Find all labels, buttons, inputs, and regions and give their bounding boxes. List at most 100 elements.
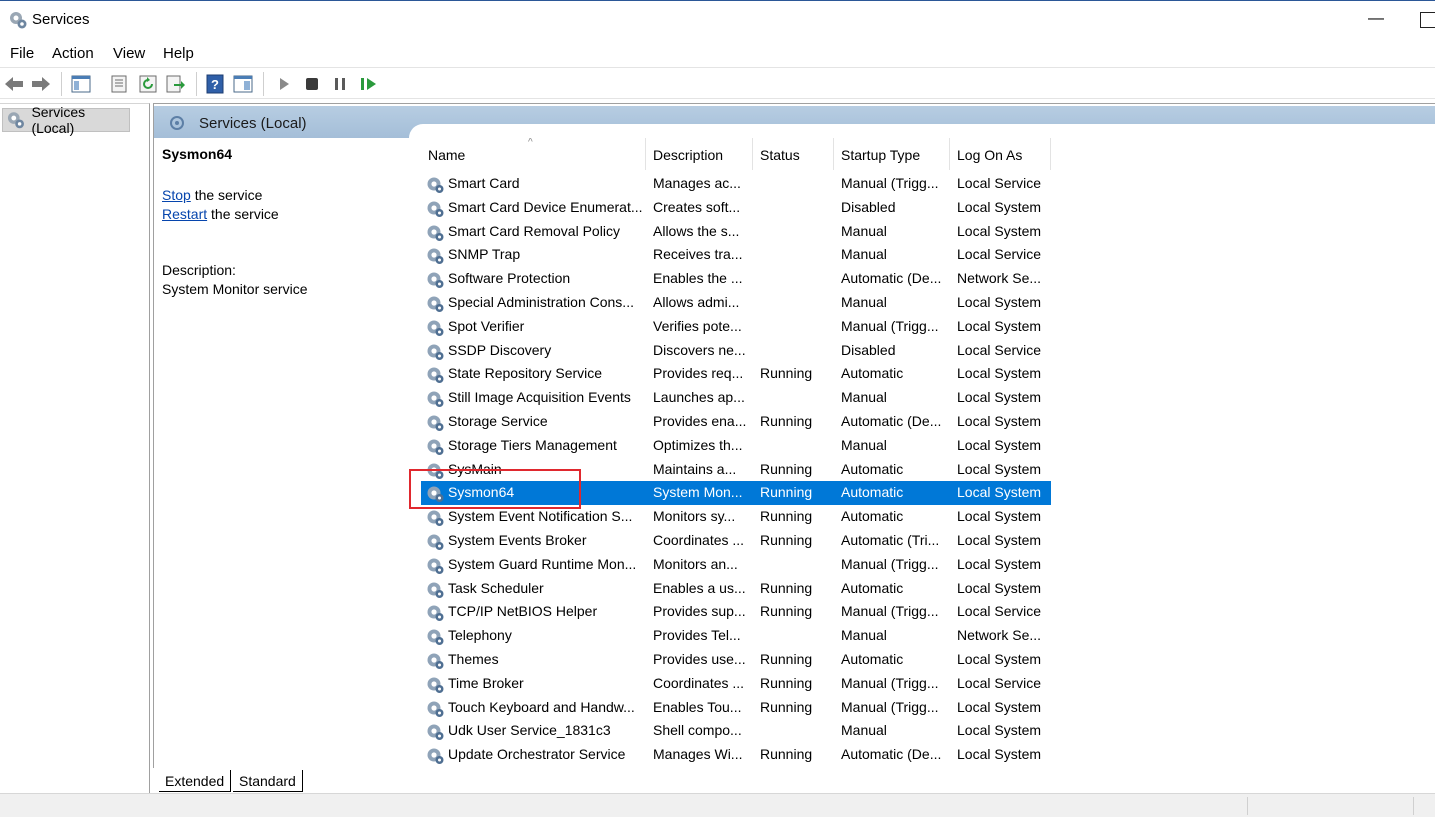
service-startup: Automatic xyxy=(841,460,904,477)
service-status: Running xyxy=(760,651,813,667)
service-gear-icon xyxy=(427,724,444,741)
help-icon[interactable]: ? xyxy=(204,73,226,95)
tree-item-services-local[interactable]: Services (Local) xyxy=(2,104,130,136)
service-row[interactable]: Still Image Acquisition Events Launches a… xyxy=(421,386,1051,410)
service-row[interactable]: Telephony Provides Tel... Manual Network Se… xyxy=(421,624,1051,648)
service-status xyxy=(760,434,838,458)
service-description: Creates soft... xyxy=(653,198,741,215)
menu-bar: File Action View Help xyxy=(0,40,1435,67)
menu-file[interactable]: File xyxy=(10,45,34,62)
show-console-icon[interactable] xyxy=(232,73,254,95)
menu-action[interactable]: Action xyxy=(52,45,94,62)
column-header-description[interactable]: Description xyxy=(646,138,753,170)
service-description: Provides req... xyxy=(653,365,744,382)
services-gear-icon xyxy=(7,112,24,129)
service-row[interactable]: TCP/IP NetBIOS Helper Provides sup... Runn… xyxy=(421,600,1051,624)
restart-action: Restart the service xyxy=(162,206,279,222)
service-description: Enables Tou... xyxy=(653,698,742,715)
service-row[interactable]: Smart Card Manages ac... Manual (Trigg... L… xyxy=(421,172,1051,196)
show-hide-tree-icon[interactable] xyxy=(70,73,92,95)
service-row[interactable]: State Repository Service Provides req... R… xyxy=(421,362,1051,386)
service-row[interactable]: Touch Keyboard and Handw... Enables Tou..… xyxy=(421,696,1051,720)
column-header-name[interactable]: Name xyxy=(421,138,646,170)
stop-service-link[interactable]: Stop xyxy=(162,187,191,203)
service-row[interactable]: Update Orchestrator Service Manages Wi...… xyxy=(421,743,1051,766)
service-gear-icon xyxy=(427,201,444,217)
view-tabs: Extended Standard xyxy=(153,768,1435,793)
service-name: SSDP Discovery xyxy=(448,341,552,358)
restart-service-icon[interactable] xyxy=(358,73,380,95)
restart-service-link[interactable]: Restart xyxy=(162,206,207,222)
service-logon: Local System xyxy=(957,579,1042,596)
export-list-icon[interactable] xyxy=(165,73,187,95)
maximize-button[interactable] xyxy=(1420,12,1435,28)
column-header-status[interactable]: Status xyxy=(753,138,834,170)
service-gear-icon xyxy=(427,582,444,598)
service-description: Shell compo... xyxy=(653,722,742,739)
service-row[interactable]: Task Scheduler Enables a us... Running Auto… xyxy=(421,577,1051,601)
service-row[interactable]: System Guard Runtime Mon... Monitors an..… xyxy=(421,553,1051,577)
minimize-button[interactable]: — xyxy=(1360,5,1392,35)
service-startup: Manual xyxy=(841,294,887,310)
service-logon: Local System xyxy=(957,294,1042,310)
service-gear-icon xyxy=(427,296,444,312)
services-list: ^ Name Description Status Startup Type L… xyxy=(421,138,1435,766)
service-row[interactable]: Time Broker Coordinates ... Running Manual … xyxy=(421,672,1051,696)
service-status: Running xyxy=(760,579,813,596)
service-name: TCP/IP NetBIOS Helper xyxy=(448,603,598,620)
services-gear-icon xyxy=(10,12,27,29)
service-status: Running xyxy=(760,532,813,548)
service-row[interactable]: Special Administration Cons... Allows adm… xyxy=(421,291,1051,315)
service-description: Enables a us... xyxy=(653,579,746,596)
service-row[interactable]: SSDP Discovery Discovers ne... Disabled Loc… xyxy=(421,339,1051,363)
service-status: Running xyxy=(760,365,813,382)
menu-view[interactable]: View xyxy=(113,45,145,62)
service-row[interactable]: Udk User Service_1831c3 Shell compo... Man… xyxy=(421,719,1051,743)
service-logon: Local System xyxy=(957,722,1042,739)
service-description: Receives tra... xyxy=(653,246,743,263)
service-status xyxy=(760,386,838,410)
service-row[interactable]: Spot Verifier Verifies pote... Manual (Tri… xyxy=(421,315,1051,339)
back-arrow-icon[interactable] xyxy=(3,73,25,95)
service-row[interactable]: Storage Service Provides ena... Running Aut… xyxy=(421,410,1051,434)
service-logon: Local Service xyxy=(957,674,1042,691)
properties-icon[interactable] xyxy=(108,73,130,95)
service-gear-icon xyxy=(427,558,444,574)
service-gear-icon xyxy=(427,510,444,527)
menu-help[interactable]: Help xyxy=(163,45,194,62)
service-startup: Manual (Trigg... xyxy=(841,317,939,334)
service-row[interactable]: Smart Card Device Enumerat... Creates sof… xyxy=(421,196,1051,220)
column-header-startup-type[interactable]: Startup Type xyxy=(834,138,950,170)
tree-item-label: Services (Local) xyxy=(31,104,86,136)
service-row[interactable]: SysMain Maintains a... Running Automatic Loc… xyxy=(421,458,1051,482)
service-row[interactable]: Themes Provides use... Running Automatic Loc… xyxy=(421,648,1051,672)
service-logon: Local System xyxy=(957,365,1042,382)
service-row[interactable]: Storage Tiers Management Optimizes th... M… xyxy=(421,434,1051,458)
column-header-log-on-as[interactable]: Log On As xyxy=(950,138,1051,170)
service-row[interactable]: SNMP Trap Receives tra... Manual Local Serv… xyxy=(421,243,1051,267)
forward-arrow-icon[interactable] xyxy=(30,73,52,95)
service-status: Running xyxy=(760,484,813,501)
pause-service-icon[interactable] xyxy=(329,73,351,95)
service-startup: Manual xyxy=(841,246,887,263)
service-row[interactable]: System Event Notification S... Monitors s… xyxy=(421,505,1051,529)
service-row[interactable]: Sysmon64 System Mon... Running Automatic Loc… xyxy=(421,481,1051,506)
service-description: Manages Wi... xyxy=(653,746,743,763)
service-row[interactable]: Smart Card Removal Policy Allows the s...… xyxy=(421,220,1051,244)
tab-standard[interactable]: Standard xyxy=(233,770,303,792)
stop-service-icon[interactable] xyxy=(301,73,323,95)
service-logon: Local System xyxy=(957,698,1042,715)
service-startup: Automatic (Tri... xyxy=(841,532,940,548)
service-logon: Local System xyxy=(957,317,1042,334)
refresh-icon[interactable] xyxy=(137,73,159,95)
service-status: Running xyxy=(760,698,813,715)
service-row[interactable]: System Events Broker Coordinates ... Runni… xyxy=(421,529,1051,553)
service-gear-icon xyxy=(427,486,444,503)
service-gear-icon xyxy=(427,320,444,336)
service-logon: Local System xyxy=(957,198,1042,215)
start-service-icon[interactable] xyxy=(273,73,295,95)
service-row[interactable]: Software Protection Enables the ... Automa… xyxy=(421,267,1051,291)
service-name: Storage Tiers Management xyxy=(448,436,617,453)
tab-extended[interactable]: Extended xyxy=(159,770,232,792)
service-logon: Local System xyxy=(957,508,1042,525)
